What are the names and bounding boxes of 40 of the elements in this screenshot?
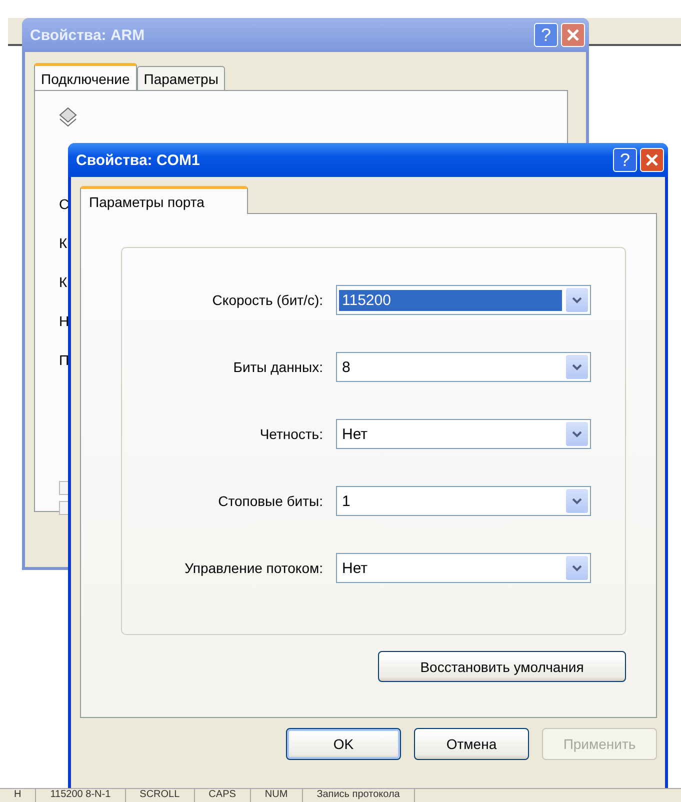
- field-label: Н: [59, 312, 70, 330]
- status-text: Н: [0, 789, 36, 802]
- dropdown[interactable]: 8: [336, 352, 591, 382]
- close-button[interactable]: [561, 23, 585, 47]
- dropdown[interactable]: Нет: [336, 419, 591, 449]
- setting-label: Биты данных:: [232, 359, 324, 375]
- close-icon: [566, 28, 580, 42]
- dropdown[interactable]: 115200: [336, 285, 591, 315]
- tab[interactable]: Параметры: [136, 66, 226, 90]
- dropdown-value: Нет: [341, 424, 369, 444]
- tab[interactable]: Подключение: [34, 63, 137, 91]
- close-icon: [645, 153, 659, 167]
- restore-defaults-button[interactable]: Восстановить умолчания: [378, 651, 626, 682]
- dropdown-value: 115200: [339, 290, 562, 310]
- dropdown[interactable]: 1: [336, 486, 591, 516]
- setting-label: Управление потоком:: [184, 560, 324, 576]
- close-button[interactable]: [640, 148, 664, 172]
- window-title: Свойства: COM1: [76, 152, 201, 168]
- dropdown-value: 8: [341, 358, 352, 378]
- status-text: NUM: [250, 789, 303, 802]
- window-title: Свойства: ARM: [30, 26, 146, 44]
- help-button[interactable]: ?: [534, 23, 558, 47]
- status-text: 115200 8-N-1: [36, 789, 126, 802]
- dialog-button[interactable]: Отмена: [414, 728, 529, 760]
- dropdown-value: Нет: [341, 558, 369, 578]
- setting-label: Стоповые биты:: [217, 493, 324, 509]
- status-text: CAPS: [194, 789, 251, 802]
- setting-label: Четность:: [258, 426, 324, 442]
- help-button[interactable]: ?: [613, 148, 637, 172]
- dropdown[interactable]: Нет: [336, 553, 591, 583]
- setting-label: Скорость (бит/с):: [211, 292, 324, 308]
- field-label: С: [59, 195, 70, 213]
- field-label: П: [59, 351, 70, 369]
- field-label: К: [59, 234, 68, 252]
- status-text: SCROLL: [126, 789, 195, 802]
- dialog-button[interactable]: OK: [286, 728, 401, 760]
- status-text: Запись протокола: [302, 789, 415, 802]
- field-label: К: [59, 273, 68, 291]
- dropdown-value: 1: [341, 492, 352, 512]
- tab[interactable]: Параметры порта: [80, 186, 248, 214]
